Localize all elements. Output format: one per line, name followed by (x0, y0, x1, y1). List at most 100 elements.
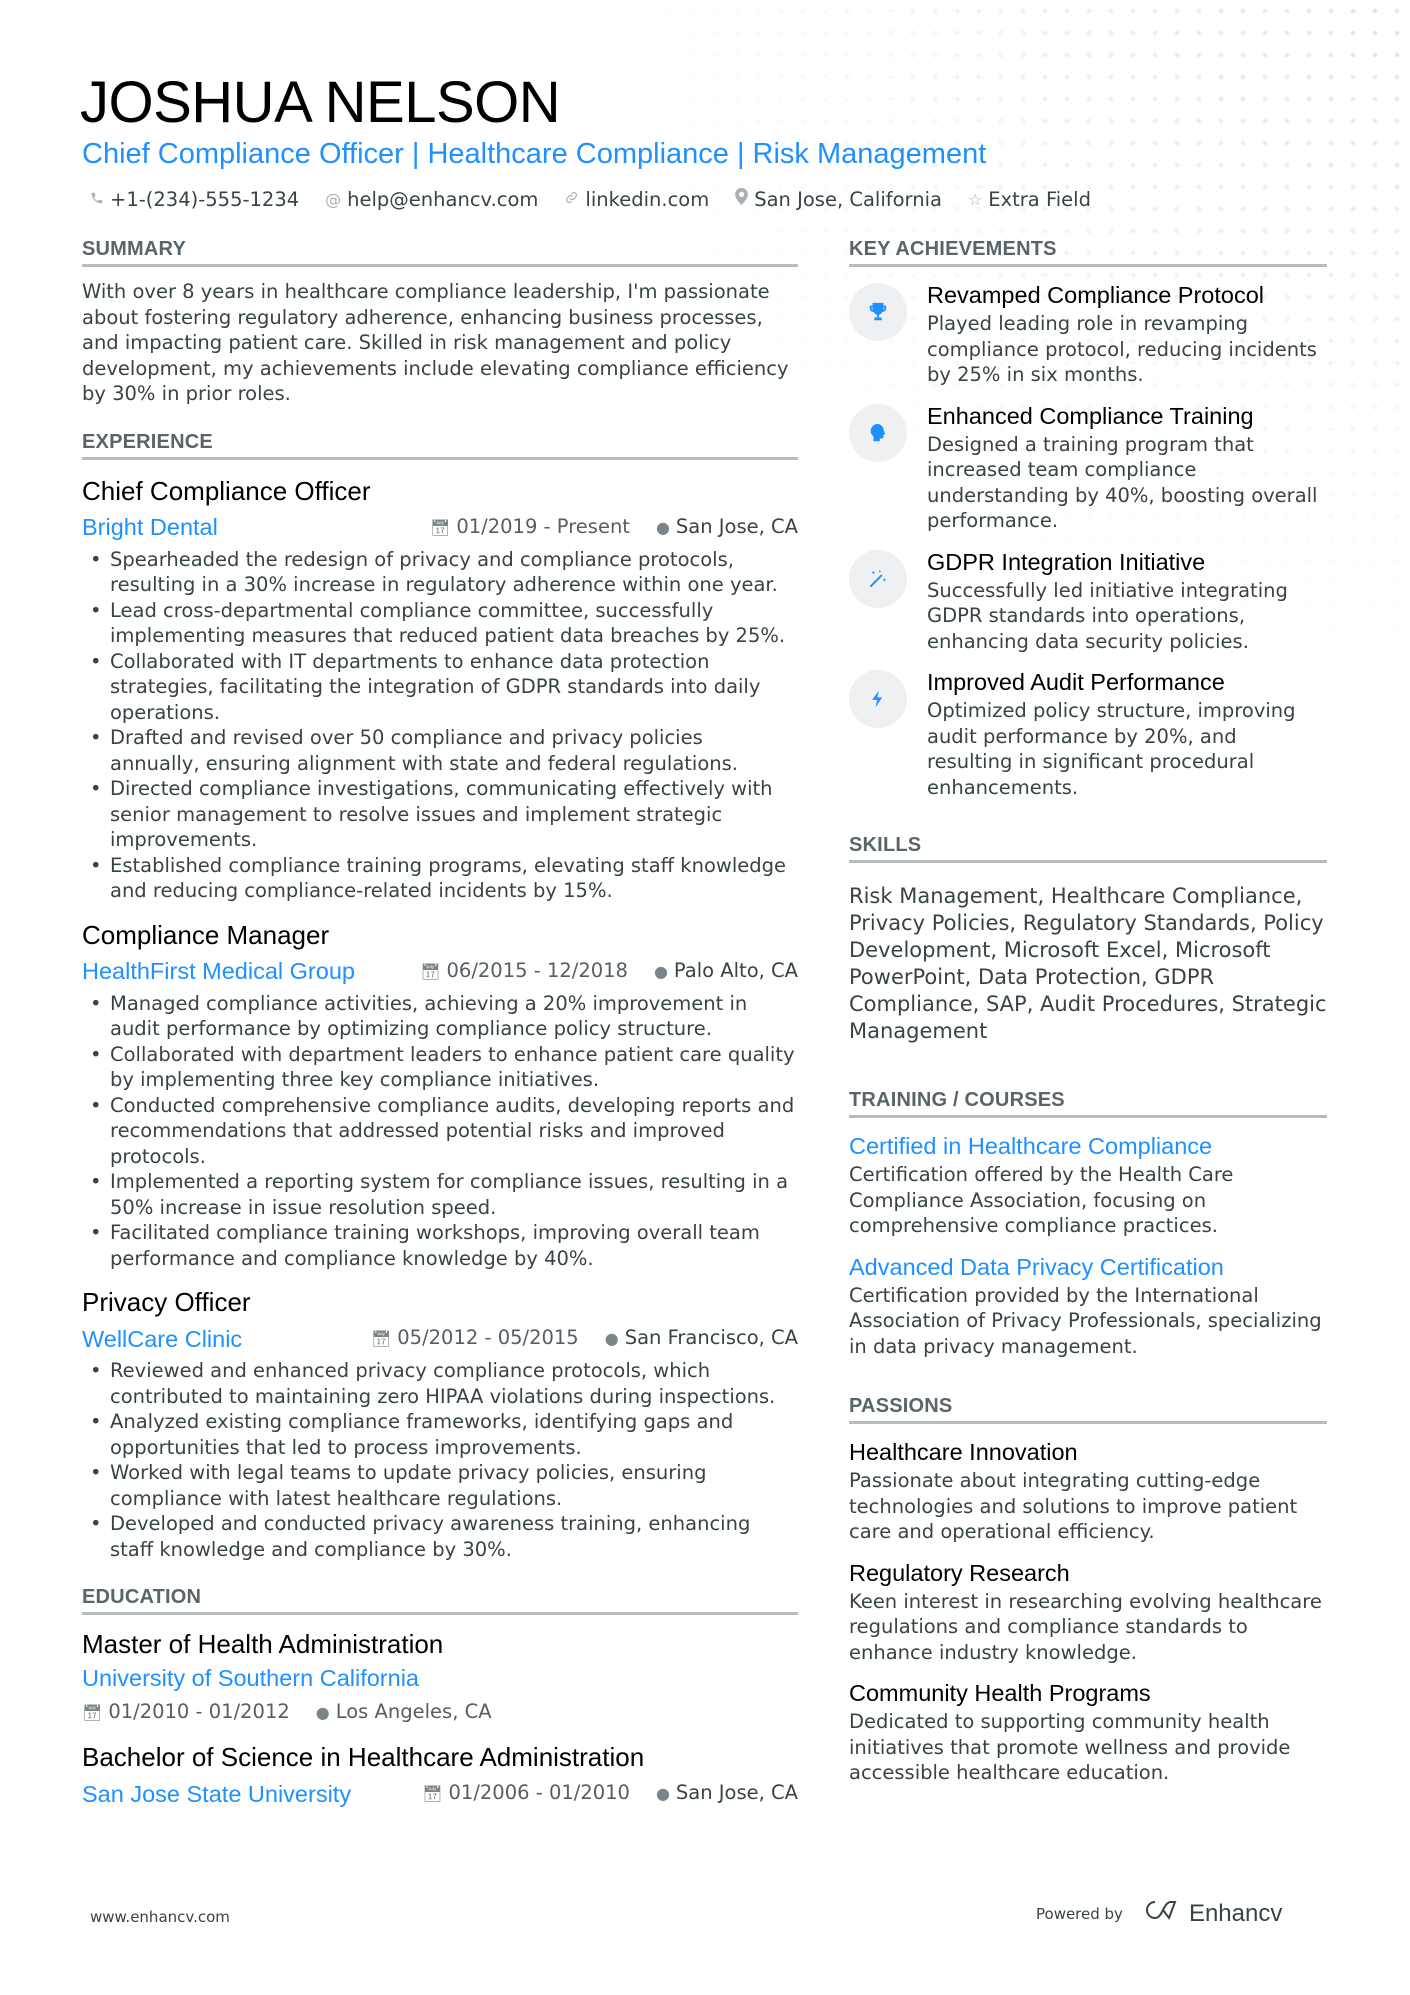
job-dates: 06/2015 - 12/2018 (446, 958, 628, 982)
calendar-icon: 📅︎ (422, 1784, 443, 1803)
contact-email[interactable]: @ help@enhancv.com (325, 186, 538, 214)
degree: Master of Health Administration (82, 1629, 444, 1659)
job-location: San Jose, CA (675, 514, 798, 538)
passion-desc: Passionate about integrating cutting-edg… (849, 1469, 1298, 1543)
headline: Chief Compliance Officer | Healthcare Co… (82, 138, 987, 170)
phone-icon (90, 186, 104, 214)
bullet: Reviewed and enhanced privacy compliance… (82, 1358, 798, 1409)
enhancv-brand-text: Enhancv (1188, 1899, 1283, 1927)
right-column: KEY ACHIEVEMENTS Revamped Compliance Pro… (849, 236, 1327, 1786)
bullet: Collaborated with department leaders to … (82, 1042, 798, 1093)
section-title-passions: PASSIONS (849, 1393, 1327, 1424)
passion-desc: Keen interest in researching evolving he… (849, 1589, 1322, 1664)
job-dates: 05/2012 - 05/2015 (397, 1326, 579, 1349)
location-text: San Jose, California (754, 188, 942, 211)
summary-section: SUMMARY With over 8 years in healthcare … (82, 236, 798, 407)
bullet: Analyzed existing compliance frameworks,… (82, 1409, 798, 1460)
enhancv-logo[interactable]: Enhancv (1141, 1898, 1282, 1929)
school-name: University of Southern California (82, 1665, 419, 1691)
education-item: Master of Health Administration Universi… (82, 1627, 798, 1728)
education-section: EDUCATION Master of Health Administratio… (82, 1584, 798, 1811)
location-icon: ● (655, 1784, 670, 1803)
left-column: SUMMARY With over 8 years in healthcare … (82, 236, 798, 1811)
summary-text: With over 8 years in healthcare complian… (82, 280, 789, 405)
passion-item: Healthcare Innovation Passionate about i… (849, 1436, 1327, 1545)
bullet: Worked with legal teams to update privac… (82, 1460, 798, 1511)
achievement-title: Revamped Compliance Protocol (927, 282, 1264, 308)
candidate-name: JOSHUA NELSON (80, 70, 561, 135)
section-title-training: TRAINING / COURSES (849, 1087, 1327, 1118)
bullet: Collaborated with IT departments to enha… (82, 649, 798, 726)
footer-powered-by: Powered by Enhancv (1036, 1898, 1282, 1929)
job-bullets: Managed compliance activities, achieving… (82, 991, 798, 1272)
bullet: Lead cross-departmental compliance commi… (82, 598, 798, 649)
achievement-title: Improved Audit Performance (927, 669, 1225, 695)
job-title: Compliance Manager (82, 919, 330, 950)
trophy-icon (849, 283, 907, 341)
edu-location: San Jose, CA (675, 1781, 798, 1804)
bullet: Directed compliance investigations, comm… (82, 776, 798, 853)
location-icon: ● (315, 1703, 330, 1722)
job-bullets: Spearheaded the redesign of privacy and … (82, 547, 798, 904)
bullet: Facilitated compliance training workshop… (82, 1220, 798, 1271)
achievement-desc: Played leading role in revamping complia… (927, 312, 1317, 386)
experience-item: Chief Compliance Officer Bright Dental 📅… (82, 474, 798, 904)
course-desc: Certification offered by the Health Care… (849, 1163, 1234, 1237)
degree: Bachelor of Science in Healthcare Admini… (82, 1742, 645, 1772)
edu-dates: 01/2010 - 01/2012 (108, 1700, 290, 1723)
calendar-icon: 📅︎ (420, 961, 441, 981)
extra-text: Extra Field (988, 188, 1091, 211)
passion-title: Healthcare Innovation (849, 1439, 1078, 1465)
achievement-title: Enhanced Compliance Training (927, 402, 1254, 429)
section-title-education: EDUCATION (82, 1584, 798, 1615)
company-name: WellCare Clinic (82, 1325, 243, 1352)
link-icon (564, 186, 579, 214)
job-dates: 01/2019 - Present (456, 514, 630, 538)
contact-location: San Jose, California (735, 186, 942, 214)
lightning-bolt-icon (849, 670, 907, 728)
enhancv-logo-icon (1141, 1898, 1181, 1929)
school-name: San Jose State University (82, 1780, 352, 1807)
section-title-achievements: KEY ACHIEVEMENTS (849, 236, 1327, 267)
bullet: Established compliance training programs… (82, 853, 798, 904)
bullet: Spearheaded the redesign of privacy and … (82, 547, 798, 598)
brain-head-icon (849, 403, 907, 462)
achievement-desc: Successfully led initiative integrating … (927, 578, 1288, 653)
section-title-skills: SKILLS (849, 832, 1327, 863)
passion-desc: Dedicated to supporting community health… (849, 1710, 1291, 1784)
course-item: Certified in Healthcare Compliance Certi… (849, 1130, 1327, 1239)
skills-section: SKILLS Risk Management, Healthcare Compl… (849, 832, 1327, 1045)
contact-linkedin[interactable]: linkedin.com (564, 186, 709, 214)
star-icon: ☆ (967, 190, 983, 209)
job-location: Palo Alto, CA (673, 958, 798, 982)
calendar-icon: 📅︎ (82, 1703, 103, 1722)
bullet: Developed and conducted privacy awarenes… (82, 1511, 798, 1562)
footer-website[interactable]: www.enhancv.com (90, 1908, 230, 1926)
passion-title: Community Health Programs (849, 1680, 1151, 1706)
bullet: Drafted and revised over 50 compliance a… (82, 725, 798, 776)
location-icon: ● (653, 961, 668, 981)
bullet: Conducted comprehensive compliance audit… (82, 1093, 798, 1170)
phone-text: +1-(234)-555-1234 (110, 188, 300, 211)
experience-section: EXPERIENCE Chief Compliance Officer Brig… (82, 429, 798, 1563)
skills-list: Risk Management, Healthcare Compliance, … (849, 884, 1327, 1043)
edu-location: Los Angeles, CA (335, 1700, 492, 1723)
passion-item: Regulatory Research Keen interest in res… (849, 1557, 1327, 1666)
location-icon: ● (604, 1329, 619, 1348)
edu-dates: 01/2006 - 01/2010 (448, 1781, 630, 1804)
magic-wand-icon (849, 549, 907, 608)
contact-row: +1-(234)-555-1234 @ help@enhancv.com lin… (90, 186, 1091, 214)
company-name: Bright Dental (82, 514, 218, 540)
contact-phone[interactable]: +1-(234)-555-1234 (90, 186, 299, 214)
bullet: Implemented a reporting system for compl… (82, 1169, 798, 1220)
bullet: Managed compliance activities, achieving… (82, 991, 798, 1042)
calendar-icon: 📅︎ (430, 517, 451, 537)
experience-item: Privacy Officer WellCare Clinic 📅︎ 05/201… (82, 1285, 798, 1562)
section-title-summary: SUMMARY (82, 236, 798, 267)
linkedin-text: linkedin.com (585, 188, 710, 211)
passion-item: Community Health Programs Dedicated to s… (849, 1677, 1327, 1786)
achievement-item: GDPR Integration Initiative Successfully… (849, 546, 1327, 655)
achievement-title: GDPR Integration Initiative (927, 548, 1206, 575)
email-text: help@enhancv.com (347, 188, 539, 211)
achievements-section: KEY ACHIEVEMENTS Revamped Compliance Pro… (849, 236, 1327, 800)
